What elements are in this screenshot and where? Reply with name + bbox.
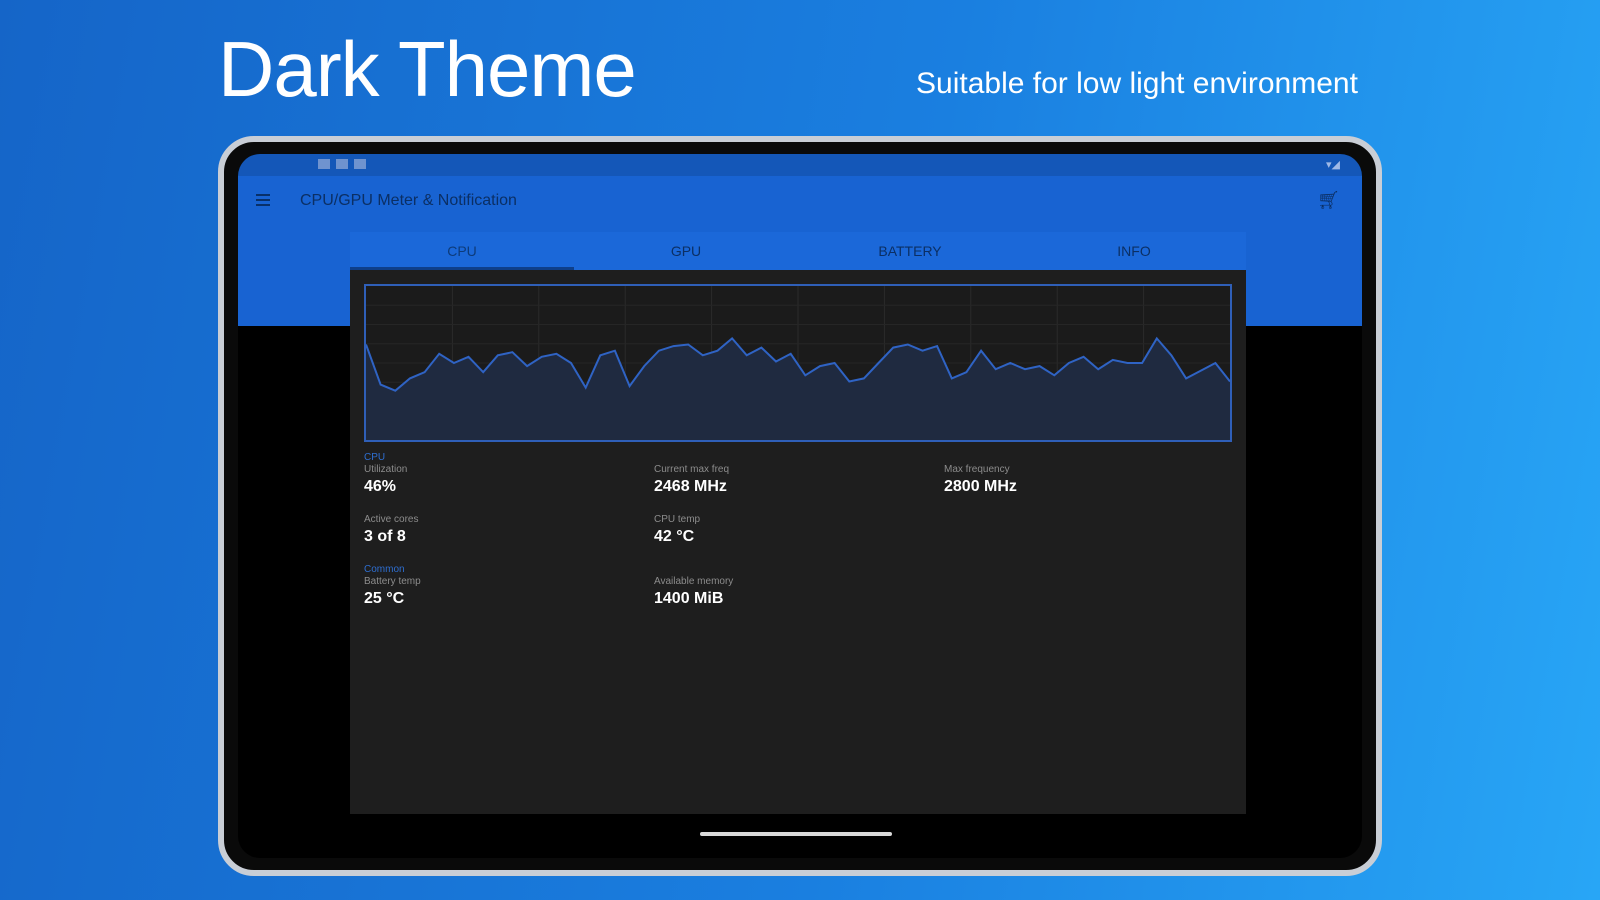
signal-battery-icon: ▾◢ (1326, 159, 1340, 171)
stat-value: 3 of 8 (364, 528, 406, 545)
tab-bar: CPU GPU BATTERY INFO (350, 232, 1246, 270)
app-title: CPU/GPU Meter & Notification (300, 192, 517, 209)
cpu-usage-chart-svg (366, 286, 1230, 440)
tablet-screen: ▾◢ CPU/GPU Meter & Notification 🛒︎ CPU G… (238, 154, 1362, 858)
menu-icon[interactable] (256, 194, 270, 208)
stat-label: Utilization (364, 464, 408, 475)
stat-active-cores: Active cores 3 of 8 (364, 514, 418, 546)
notification-icon (318, 159, 330, 169)
section-heading-common: Common (364, 564, 405, 575)
cpu-panel: CPU Utilization 46% Current max freq 246… (350, 270, 1246, 814)
stat-label: Battery temp (364, 576, 421, 587)
promo-subtitle: Suitable for low light environment (916, 67, 1358, 100)
notification-icon (336, 159, 348, 169)
tab-battery[interactable]: BATTERY (798, 232, 1022, 270)
tab-gpu[interactable]: GPU (574, 232, 798, 270)
stat-value: 2800 MHz (944, 478, 1017, 495)
stat-label: Current max freq (654, 464, 730, 475)
stat-value: 1400 MiB (654, 590, 724, 607)
promo-title: Dark Theme (218, 25, 637, 113)
stat-label: CPU temp (654, 514, 701, 525)
stat-value: 25 °C (364, 590, 405, 607)
tablet-frame: ▾◢ CPU/GPU Meter & Notification 🛒︎ CPU G… (218, 136, 1382, 876)
cart-icon[interactable]: 🛒︎ (1317, 190, 1340, 211)
stat-value: 2468 MHz (654, 478, 727, 495)
tab-cpu[interactable]: CPU (350, 232, 574, 270)
stat-label: Available memory (654, 576, 734, 587)
status-bar: ▾◢ (238, 154, 1362, 176)
stat-label: Max frequency (944, 464, 1010, 475)
stat-value: 46% (364, 478, 397, 495)
home-indicator[interactable] (700, 832, 892, 836)
stat-cpu-temp: CPU temp 42 °C (654, 514, 700, 546)
stat-current-freq: Current max freq 2468 MHz (654, 464, 729, 496)
stat-max-freq: Max frequency 2800 MHz (944, 464, 1017, 496)
tab-info[interactable]: INFO (1022, 232, 1246, 270)
stat-utilization: Utilization 46% (364, 464, 407, 496)
stat-battery-temp: Battery temp 25 °C (364, 576, 421, 608)
status-notification-icons (318, 159, 372, 172)
stat-value: 42 °C (654, 528, 695, 545)
stat-available-memory: Available memory 1400 MiB (654, 576, 733, 608)
notification-icon (354, 159, 366, 169)
section-heading-cpu: CPU (364, 452, 386, 463)
cpu-usage-chart (364, 284, 1232, 442)
stat-label: Active cores (364, 514, 419, 525)
